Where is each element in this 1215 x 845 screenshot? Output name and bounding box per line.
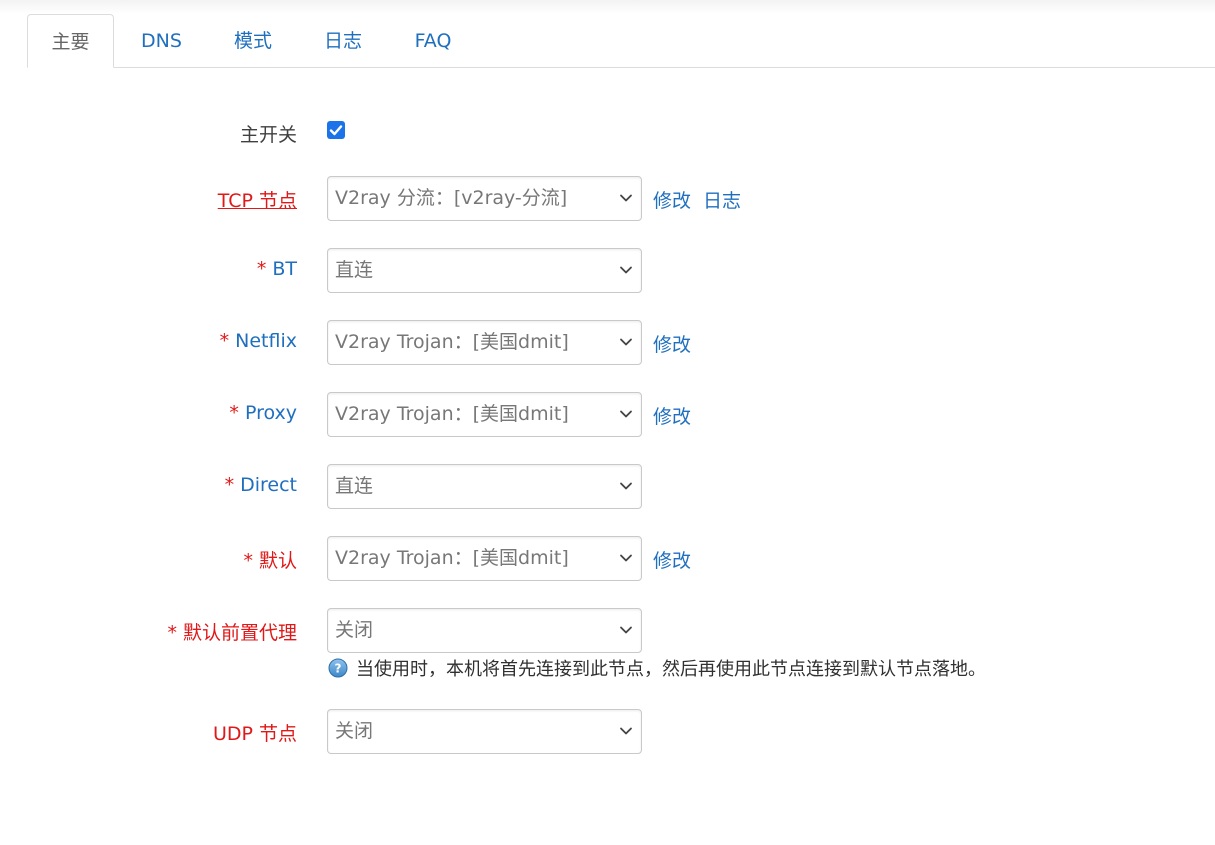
tab-faq[interactable]: FAQ — [390, 14, 476, 68]
required-star: * — [256, 258, 273, 280]
default-edit-link[interactable]: 修改 — [653, 546, 691, 573]
tcp-node-edit-link[interactable]: 修改 — [653, 186, 691, 213]
proxy-select[interactable]: V2ray Trojan：[美国dmit] — [327, 392, 642, 437]
required-star: * — [219, 330, 236, 352]
hint-text: 当使用时，本机将首先连接到此节点，然后再使用此节点连接到默认节点落地。 — [356, 659, 986, 680]
tcp-node-label[interactable]: TCP 节点 — [218, 186, 297, 213]
svg-text:?: ? — [335, 662, 342, 676]
proxy-label-text: Proxy — [244, 402, 297, 424]
udp-node-select[interactable]: 关闭 — [327, 709, 642, 754]
default-pre-proxy-value: 关闭 — [335, 619, 374, 641]
chevron-down-icon — [620, 410, 632, 418]
netflix-edit-link[interactable]: 修改 — [653, 330, 691, 357]
checkmark-icon — [329, 125, 343, 136]
udp-node-label: UDP 节点 — [212, 723, 297, 745]
udp-node-value: 关闭 — [335, 720, 374, 742]
tab-dns[interactable]: DNS — [118, 14, 205, 68]
netflix-select[interactable]: V2ray Trojan：[美国dmit] — [327, 320, 642, 365]
default-pre-proxy-label: * 默认前置代理 — [167, 618, 297, 645]
main-switch-label: 主开关 — [239, 124, 297, 146]
default-pre-proxy-hint: ? 当使用时，本机将首先连接到此节点，然后再使用此节点连接到默认节点落地。 — [328, 655, 986, 680]
proxy-label: * Proxy — [229, 402, 297, 424]
default-value: V2ray Trojan：[美国dmit] — [335, 547, 569, 569]
main-switch-checkbox[interactable] — [327, 121, 345, 139]
required-star: * — [167, 622, 183, 644]
top-strip — [0, 0, 1215, 14]
direct-label-text: Direct — [240, 474, 297, 496]
default-label-text: 默认 — [258, 550, 297, 572]
required-star: * — [224, 474, 241, 496]
proxy-edit-link[interactable]: 修改 — [653, 402, 691, 429]
required-star: * — [243, 550, 259, 572]
bt-label-text: BT — [272, 258, 297, 280]
required-star: * — [229, 402, 245, 424]
chevron-down-icon — [620, 727, 632, 735]
netflix-label-text: Netflix — [235, 330, 297, 352]
tcp-node-value: V2ray 分流：[v2ray-分流] — [335, 187, 568, 209]
tab-mode[interactable]: 模式 — [210, 14, 296, 68]
direct-select[interactable]: 直连 — [327, 464, 642, 509]
default-select[interactable]: V2ray Trojan：[美国dmit] — [327, 536, 642, 581]
default-pre-proxy-select[interactable]: 关闭 — [327, 608, 642, 653]
netflix-label: * Netflix — [220, 330, 297, 352]
tab-divider — [27, 67, 1215, 68]
tcp-node-label-text: TCP 节点 — [217, 190, 297, 212]
default-label: * 默认 — [243, 546, 297, 573]
tcp-node-select[interactable]: V2ray 分流：[v2ray-分流] — [327, 176, 642, 221]
chevron-down-icon — [620, 554, 632, 562]
bt-value: 直连 — [335, 259, 374, 281]
bt-label: * BT — [257, 258, 297, 280]
direct-value: 直连 — [335, 475, 374, 497]
tab-log[interactable]: 日志 — [300, 14, 386, 68]
default-pre-proxy-label-text: 默认前置代理 — [182, 622, 297, 644]
chevron-down-icon — [620, 266, 632, 274]
chevron-down-icon — [620, 482, 632, 490]
chevron-down-icon — [620, 626, 632, 634]
tab-main[interactable]: 主要 — [27, 14, 114, 68]
tab-bar: 主要 DNS 模式 日志 FAQ — [0, 14, 1215, 68]
bt-select[interactable]: 直连 — [327, 248, 642, 293]
tcp-node-log-link[interactable]: 日志 — [703, 186, 741, 213]
direct-label: * Direct — [225, 474, 297, 496]
proxy-value: V2ray Trojan：[美国dmit] — [335, 403, 569, 425]
netflix-value: V2ray Trojan：[美国dmit] — [335, 331, 569, 353]
question-icon: ? — [328, 658, 348, 678]
chevron-down-icon — [620, 194, 632, 202]
chevron-down-icon — [620, 338, 632, 346]
